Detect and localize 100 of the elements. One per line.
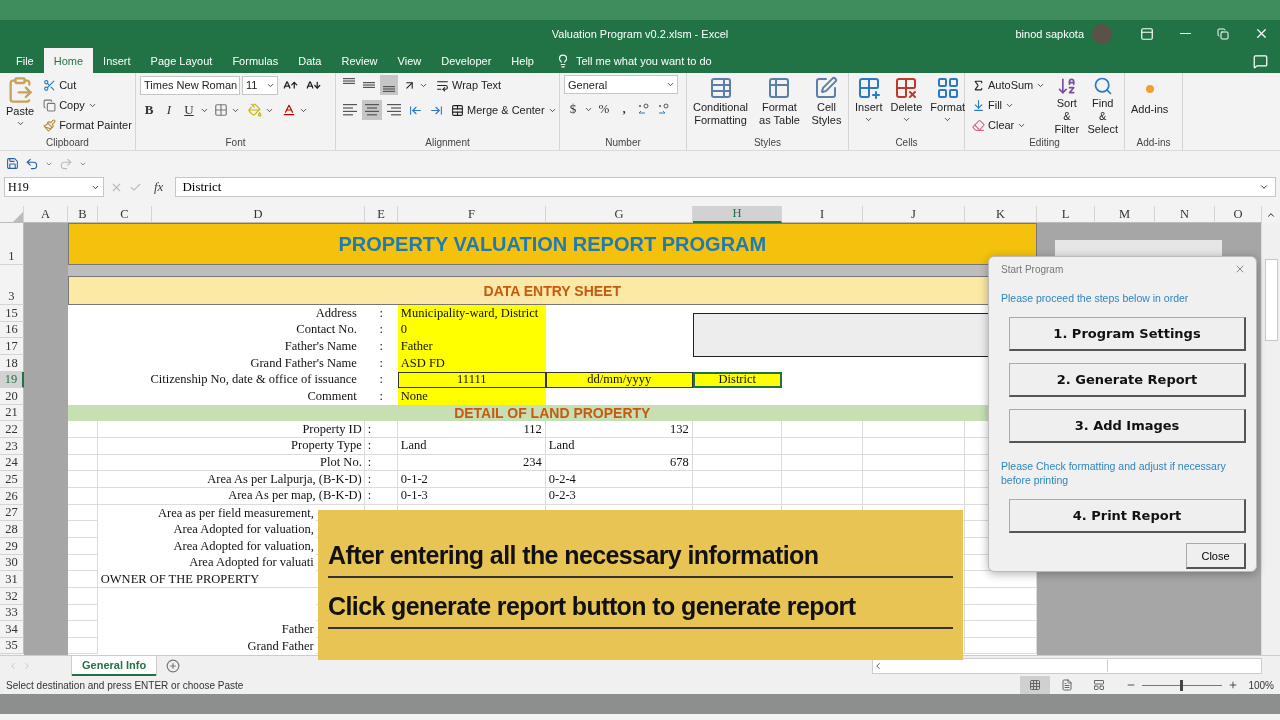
sort-filter-button[interactable]: Sort & Filter — [1052, 75, 1082, 137]
menu-tab[interactable]: Data — [288, 49, 332, 73]
row-header[interactable]: 3 — [0, 276, 24, 305]
column-header[interactable]: B — [68, 206, 98, 223]
table-cell — [67, 621, 98, 638]
row-header[interactable]: 22 — [0, 421, 24, 439]
tell-me-search[interactable]: Tell me what you want to do — [549, 49, 718, 73]
view-button[interactable] — [1020, 676, 1051, 694]
find-select-button[interactable]: Find & Select — [1085, 75, 1120, 137]
field-value[interactable]: None — [397, 388, 546, 405]
row-header[interactable]: 34 — [0, 621, 24, 638]
bold-button[interactable]: B — [140, 100, 158, 120]
row-header[interactable]: 25 — [0, 471, 24, 489]
previous-sheet-icon — [8, 661, 18, 671]
italic-button[interactable]: I — [160, 100, 178, 120]
column-header[interactable]: F — [398, 206, 546, 223]
column-header[interactable]: G — [546, 206, 693, 223]
percent-button[interactable]: % — [595, 99, 613, 119]
styles-button[interactable]: Format as Table — [754, 75, 805, 137]
vertical-align-button[interactable] — [380, 75, 398, 95]
cells-button[interactable]: Insert — [853, 75, 885, 137]
column-header[interactable]: H — [693, 206, 782, 223]
column-header[interactable]: O — [1215, 206, 1262, 223]
horizontal-align-button[interactable] — [362, 100, 382, 120]
column-header[interactable]: J — [863, 206, 965, 223]
table-cell: 0-1-2 — [397, 471, 546, 489]
fill-button[interactable]: Fill — [969, 95, 1049, 115]
column-header[interactable]: K — [965, 206, 1037, 223]
align-center-icon — [365, 104, 379, 116]
horizontal-scrollbar[interactable] — [872, 658, 1262, 674]
column-header[interactable]: D — [152, 206, 365, 223]
field-value[interactable]: Municipality-ward, District — [397, 305, 546, 322]
close-button[interactable]: Close — [1186, 543, 1246, 569]
row-header[interactable]: 17 — [0, 338, 24, 355]
font-size-field[interactable]: 11 — [242, 75, 278, 95]
field-value[interactable]: Father — [397, 338, 546, 355]
field-label: Area Adopted for valuation, — [172, 537, 315, 555]
column-header[interactable]: N — [1155, 206, 1215, 223]
menu-tab[interactable]: File — [6, 49, 44, 73]
cells-button[interactable]: Format — [928, 75, 968, 137]
group-label: Font — [225, 137, 246, 150]
comma-button[interactable]: , — [615, 99, 633, 119]
row-header[interactable]: 1 — [0, 223, 24, 265]
zoom-thumb[interactable] — [1180, 679, 1184, 691]
group-label: Editing — [1029, 137, 1060, 150]
column-header[interactable]: E — [365, 206, 398, 223]
insert-function-button[interactable]: fx — [148, 179, 170, 195]
wrap-text-button[interactable]: Wrap Text — [433, 75, 505, 95]
field-value[interactable]: District — [692, 371, 782, 389]
menu-tab[interactable]: Help — [501, 49, 544, 73]
autosum-button[interactable]: AutoSum — [969, 75, 1049, 95]
menu-tab[interactable]: Insert — [93, 49, 141, 73]
menu-tab[interactable]: View — [387, 49, 432, 73]
cell-styles-icon — [814, 76, 839, 100]
row-header[interactable]: 28 — [0, 521, 24, 538]
styles-button[interactable]: Conditional Formatting — [691, 75, 751, 137]
colon: : — [364, 421, 398, 439]
step-button[interactable]: 1. Program Settings — [1009, 317, 1246, 351]
caption-text: After entering all the necessary information — [328, 541, 953, 578]
merge-center-button[interactable]: Merge & Center — [448, 100, 560, 120]
scrollbar-thumb[interactable] — [1264, 259, 1278, 341]
column-header[interactable]: M — [1095, 206, 1155, 223]
menu-tab[interactable]: Formulas — [222, 49, 289, 73]
number-format-field[interactable]: General — [564, 75, 678, 94]
column-header[interactable]: A — [24, 206, 68, 223]
row-header[interactable]: 15 — [0, 305, 24, 322]
field-value[interactable]: dd/mm/yyyy — [545, 371, 693, 389]
menu-tab[interactable]: Developer — [431, 49, 502, 73]
row-header[interactable]: 20 — [0, 388, 24, 405]
group-label: Clipboard — [46, 137, 89, 150]
add-ins-button[interactable]: Add-ins — [1129, 75, 1171, 137]
underline-button[interactable]: U — [180, 100, 198, 120]
clear-button[interactable]: Clear — [969, 115, 1049, 135]
cut-button[interactable]: Cut — [40, 75, 135, 95]
step-button[interactable]: 4. Print Report — [1009, 499, 1246, 533]
currency-button[interactable]: $ — [564, 99, 582, 119]
font-name-field[interactable]: Times New Roman — [140, 75, 240, 95]
menu-tab[interactable]: Review — [331, 49, 388, 73]
menu-tab[interactable]: Page Layout — [140, 49, 223, 73]
row-header[interactable]: 31 — [0, 571, 24, 588]
name-box[interactable]: H19 — [4, 177, 104, 197]
column-header[interactable]: C — [98, 206, 152, 223]
step-button[interactable]: 2. Generate Report — [1009, 363, 1246, 397]
formula-field[interactable]: District — [175, 177, 1276, 197]
format-painter-button[interactable]: Format Painter — [40, 115, 135, 135]
wrap-text-icon — [436, 78, 449, 92]
step-button[interactable]: 3. Add Images — [1009, 409, 1246, 443]
menu-tab[interactable]: Home — [43, 48, 94, 73]
column-header[interactable]: I — [782, 206, 863, 223]
styles-button[interactable]: Cell Styles — [808, 75, 844, 137]
sheet-tab[interactable]: General Info — [72, 656, 157, 676]
row-header[interactable]: 26 — [0, 488, 24, 505]
paste-button[interactable]: Paste — [4, 75, 37, 137]
column-header[interactable]: L — [1037, 206, 1095, 223]
copy-button[interactable]: Copy — [40, 95, 135, 115]
borders-icon — [214, 103, 228, 117]
cells-button[interactable]: Delete — [888, 75, 925, 137]
colon: : — [364, 471, 398, 489]
row-header[interactable]: 23 — [0, 438, 24, 455]
page-break-icon — [1093, 679, 1106, 691]
